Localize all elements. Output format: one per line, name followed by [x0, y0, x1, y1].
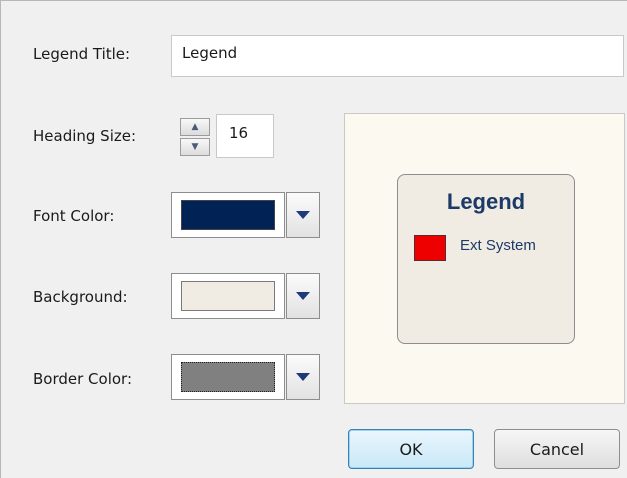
spin-down-icon[interactable]: ▼: [180, 138, 210, 156]
legend-preview-box: Legend Ext System: [397, 174, 575, 344]
legend-preview-panel: Legend Ext System: [344, 113, 625, 404]
background-dropdown-button[interactable]: [286, 273, 320, 319]
border-color-swatch-box[interactable]: [171, 354, 285, 400]
border-color-label: Border Color:: [33, 370, 133, 388]
background-color-picker[interactable]: [171, 273, 320, 319]
legend-dialog: Legend Title: Legend Heading Size: ▲ ▼ 1…: [0, 0, 627, 478]
spin-up-icon[interactable]: ▲: [180, 118, 210, 136]
font-color-dropdown-button[interactable]: [286, 192, 320, 238]
font-color-picker[interactable]: [171, 192, 320, 238]
cancel-button[interactable]: Cancel: [494, 429, 620, 469]
border-color-picker[interactable]: [171, 354, 320, 400]
heading-size-input[interactable]: 16: [216, 114, 274, 158]
ok-button[interactable]: OK: [348, 429, 474, 469]
background-color-swatch: [181, 281, 275, 311]
legend-title-input[interactable]: Legend: [171, 35, 624, 77]
font-color-swatch: [181, 200, 275, 230]
font-color-label: Font Color:: [33, 207, 115, 225]
border-color-swatch: [181, 362, 275, 392]
legend-preview-title: Legend: [446, 189, 526, 214]
legend-item-label: Ext System: [460, 237, 536, 254]
legend-title-label: Legend Title:: [33, 45, 131, 63]
font-color-swatch-box[interactable]: [171, 192, 285, 238]
border-color-dropdown-button[interactable]: [286, 354, 320, 400]
heading-size-label: Heading Size:: [33, 127, 137, 145]
legend-item-swatch: [414, 235, 446, 261]
dropdown-arrow-icon: [296, 373, 310, 381]
heading-size-spinner: ▲ ▼: [180, 118, 210, 156]
dropdown-arrow-icon: [296, 211, 310, 219]
background-label: Background:: [33, 288, 128, 306]
background-swatch-box[interactable]: [171, 273, 285, 319]
dropdown-arrow-icon: [296, 292, 310, 300]
